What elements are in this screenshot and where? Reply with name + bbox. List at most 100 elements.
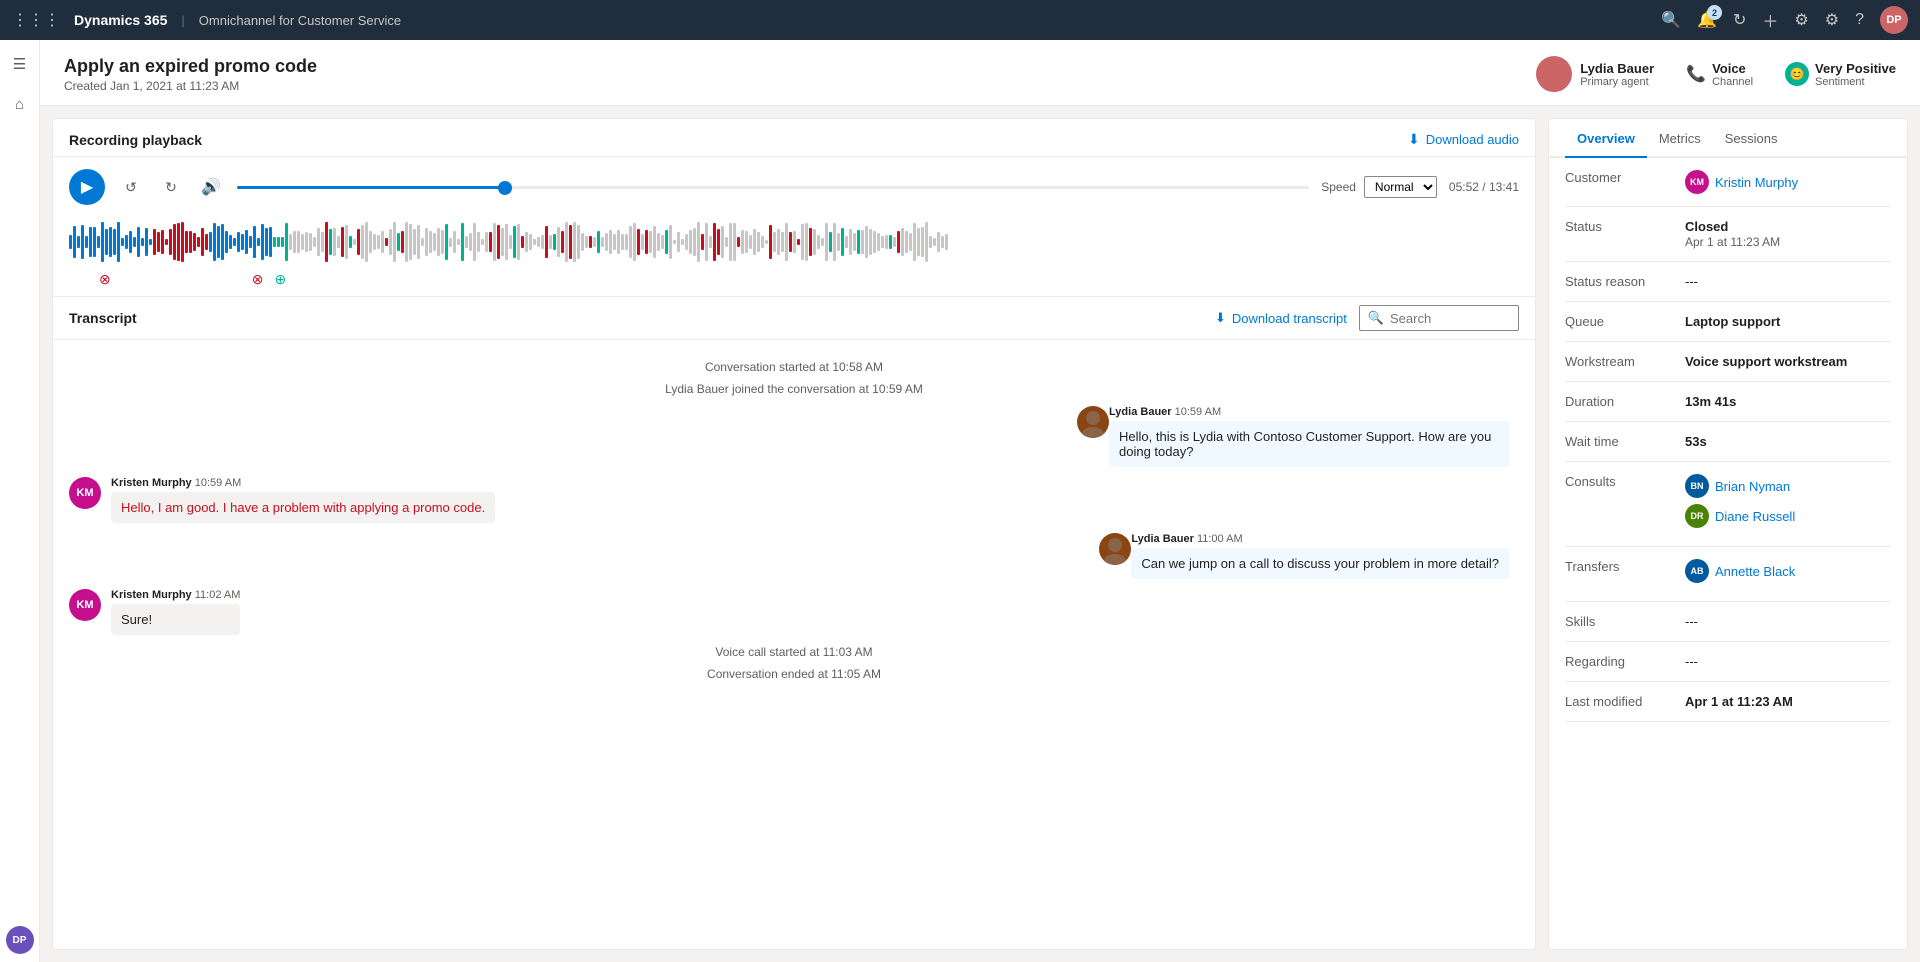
sidebar-home-icon[interactable]: ⌂	[4, 88, 36, 120]
search-icon[interactable]: 🔍	[1661, 10, 1681, 30]
diane-avatar: DR	[1685, 504, 1709, 528]
status-label: Status	[1565, 219, 1685, 234]
progress-container[interactable]	[237, 186, 1309, 189]
transcript-controls: ⬇ Download transcript 🔍	[1215, 305, 1519, 331]
rewind-10-button[interactable]: ↺	[117, 173, 145, 201]
recording-title: Recording playback	[69, 132, 202, 148]
playback-header: Recording playback ⬇ Download audio	[53, 119, 1535, 157]
filter-icon[interactable]: ⚙	[1794, 10, 1808, 30]
consults-label: Consults	[1565, 474, 1685, 489]
module-label: Omnichannel for Customer Service	[199, 13, 401, 28]
progress-fill	[237, 186, 505, 189]
waveform	[69, 217, 1519, 267]
wait-time-value: 53s	[1685, 434, 1891, 449]
details-body: Customer KM Kristin Murphy Status Closed	[1549, 158, 1907, 949]
transcript-section: Transcript ⬇ Download transcript 🔍	[53, 296, 1535, 949]
controls-row: ▶ ↺ ↻ 🔊 Speed S	[69, 169, 1519, 205]
detail-row-duration: Duration 13m 41s	[1565, 382, 1891, 422]
left-sidebar: ☰ ⌂ DP	[0, 40, 40, 962]
consult-item-brian: BN Brian Nyman	[1685, 474, 1891, 498]
detail-row-wait-time: Wait time 53s	[1565, 422, 1891, 462]
top-navigation: ⋮⋮⋮ Dynamics 365 | Omnichannel for Custo…	[0, 0, 1920, 40]
download-transcript-icon: ⬇	[1215, 310, 1226, 326]
sidebar-user-avatar[interactable]: DP	[6, 926, 34, 954]
customer-label: Customer	[1565, 170, 1685, 185]
customer-message: KMKristen Murphy 10:59 AMHello, I am goo…	[69, 477, 1519, 523]
tab-metrics[interactable]: Metrics	[1647, 119, 1713, 158]
status-sub: Apr 1 at 11:23 AM	[1685, 235, 1780, 249]
annette-link[interactable]: Annette Black	[1715, 564, 1795, 579]
help-icon[interactable]: ?	[1855, 11, 1864, 29]
detail-row-consults: Consults BN Brian Nyman DR Diane Russell	[1565, 462, 1891, 547]
header-right: Lydia Bauer Primary agent 📞 Voice Channe…	[1536, 56, 1896, 92]
transfers-value: AB Annette Black	[1685, 559, 1891, 589]
transcript-search-icon: 🔍	[1368, 310, 1384, 326]
system-message: Voice call started at 11:03 AM	[69, 645, 1519, 659]
agent-name: Lydia Bauer	[1580, 61, 1654, 76]
time-display: 05:52 / 13:41	[1449, 180, 1519, 194]
transcript-search-box[interactable]: 🔍	[1359, 305, 1519, 331]
detail-row-transfers: Transfers AB Annette Black	[1565, 547, 1891, 602]
tab-sessions[interactable]: Sessions	[1713, 119, 1790, 158]
main-layout: ☰ ⌂ DP Apply an expired promo code Creat…	[0, 40, 1920, 962]
duration-label: Duration	[1565, 394, 1685, 409]
status-reason-value: ---	[1685, 274, 1891, 289]
detail-row-last-modified: Last modified Apr 1 at 11:23 AM	[1565, 682, 1891, 722]
transfer-item-annette: AB Annette Black	[1685, 559, 1891, 583]
regarding-label: Regarding	[1565, 654, 1685, 669]
notification-icon[interactable]: 🔔 2	[1697, 10, 1717, 30]
notification-badge: 2	[1707, 5, 1722, 20]
download-transcript-button[interactable]: ⬇ Download transcript	[1215, 310, 1347, 326]
detail-row-status-reason: Status reason ---	[1565, 262, 1891, 302]
page-title: Apply an expired promo code	[64, 56, 317, 77]
play-button[interactable]: ▶	[69, 169, 105, 205]
customer-link[interactable]: Kristin Murphy	[1715, 175, 1798, 190]
refresh-icon[interactable]: ↻	[1733, 10, 1746, 30]
waveform-container: ⊗ ⊗ ⊕	[53, 213, 1535, 296]
workstream-label: Workstream	[1565, 354, 1685, 369]
consult-item-diane: DR Diane Russell	[1685, 504, 1891, 528]
progress-track	[237, 186, 1309, 189]
customer-value: KM Kristin Murphy	[1685, 170, 1891, 194]
forward-10-button[interactable]: ↻	[157, 173, 185, 201]
detail-row-queue: Queue Laptop support	[1565, 302, 1891, 342]
content-area: Apply an expired promo code Created Jan …	[40, 40, 1920, 962]
playback-panel: Recording playback ⬇ Download audio ▶ ↺ …	[52, 118, 1536, 950]
tab-overview[interactable]: Overview	[1565, 119, 1647, 158]
queue-value: Laptop support	[1685, 314, 1891, 329]
brian-avatar: BN	[1685, 474, 1709, 498]
channel-section: 📞 Voice Channel	[1686, 61, 1753, 88]
customer-avatar: KM	[1685, 170, 1709, 194]
customer-message: KMKristen Murphy 11:02 AMSure!	[69, 589, 1519, 635]
customer-message-avatar: KM	[69, 589, 101, 621]
settings-icon[interactable]: ⚙	[1825, 10, 1839, 30]
add-icon[interactable]: ＋	[1762, 8, 1778, 32]
page-header: Apply an expired promo code Created Jan …	[40, 40, 1920, 106]
page-subtitle: Created Jan 1, 2021 at 11:23 AM	[64, 79, 317, 93]
brian-link[interactable]: Brian Nyman	[1715, 479, 1790, 494]
channel-info: Voice Channel	[1712, 61, 1753, 88]
sidebar-menu-icon[interactable]: ☰	[4, 48, 36, 80]
body-split: Recording playback ⬇ Download audio ▶ ↺ …	[40, 106, 1920, 962]
sentiment-label: Very Positive	[1815, 61, 1896, 76]
top-nav-right: 🔍 🔔 2 ↻ ＋ ⚙ ⚙ ? DP	[1661, 6, 1908, 34]
transcript-search-input[interactable]	[1390, 311, 1510, 326]
brand-label: Dynamics 365	[74, 12, 167, 28]
queue-label: Queue	[1565, 314, 1685, 329]
agent-message-avatar	[1077, 406, 1109, 438]
speed-label: Speed	[1321, 180, 1356, 194]
workstream-value: Voice support workstream	[1685, 354, 1891, 369]
grid-icon[interactable]: ⋮⋮⋮	[12, 10, 60, 30]
wait-time-label: Wait time	[1565, 434, 1685, 449]
transcript-title: Transcript	[69, 310, 137, 326]
channel-sub: Channel	[1712, 76, 1753, 88]
user-avatar[interactable]: DP	[1880, 6, 1908, 34]
phone-icon: 📞	[1686, 64, 1706, 84]
progress-thumb[interactable]	[498, 181, 512, 195]
agent-role: Primary agent	[1580, 76, 1654, 88]
agent-info: Lydia Bauer Primary agent	[1580, 61, 1654, 88]
diane-link[interactable]: Diane Russell	[1715, 509, 1795, 524]
speed-select[interactable]: Slow Normal Fast	[1364, 176, 1437, 198]
download-audio-button[interactable]: ⬇ Download audio	[1408, 131, 1519, 148]
volume-button[interactable]: 🔊	[197, 173, 225, 201]
